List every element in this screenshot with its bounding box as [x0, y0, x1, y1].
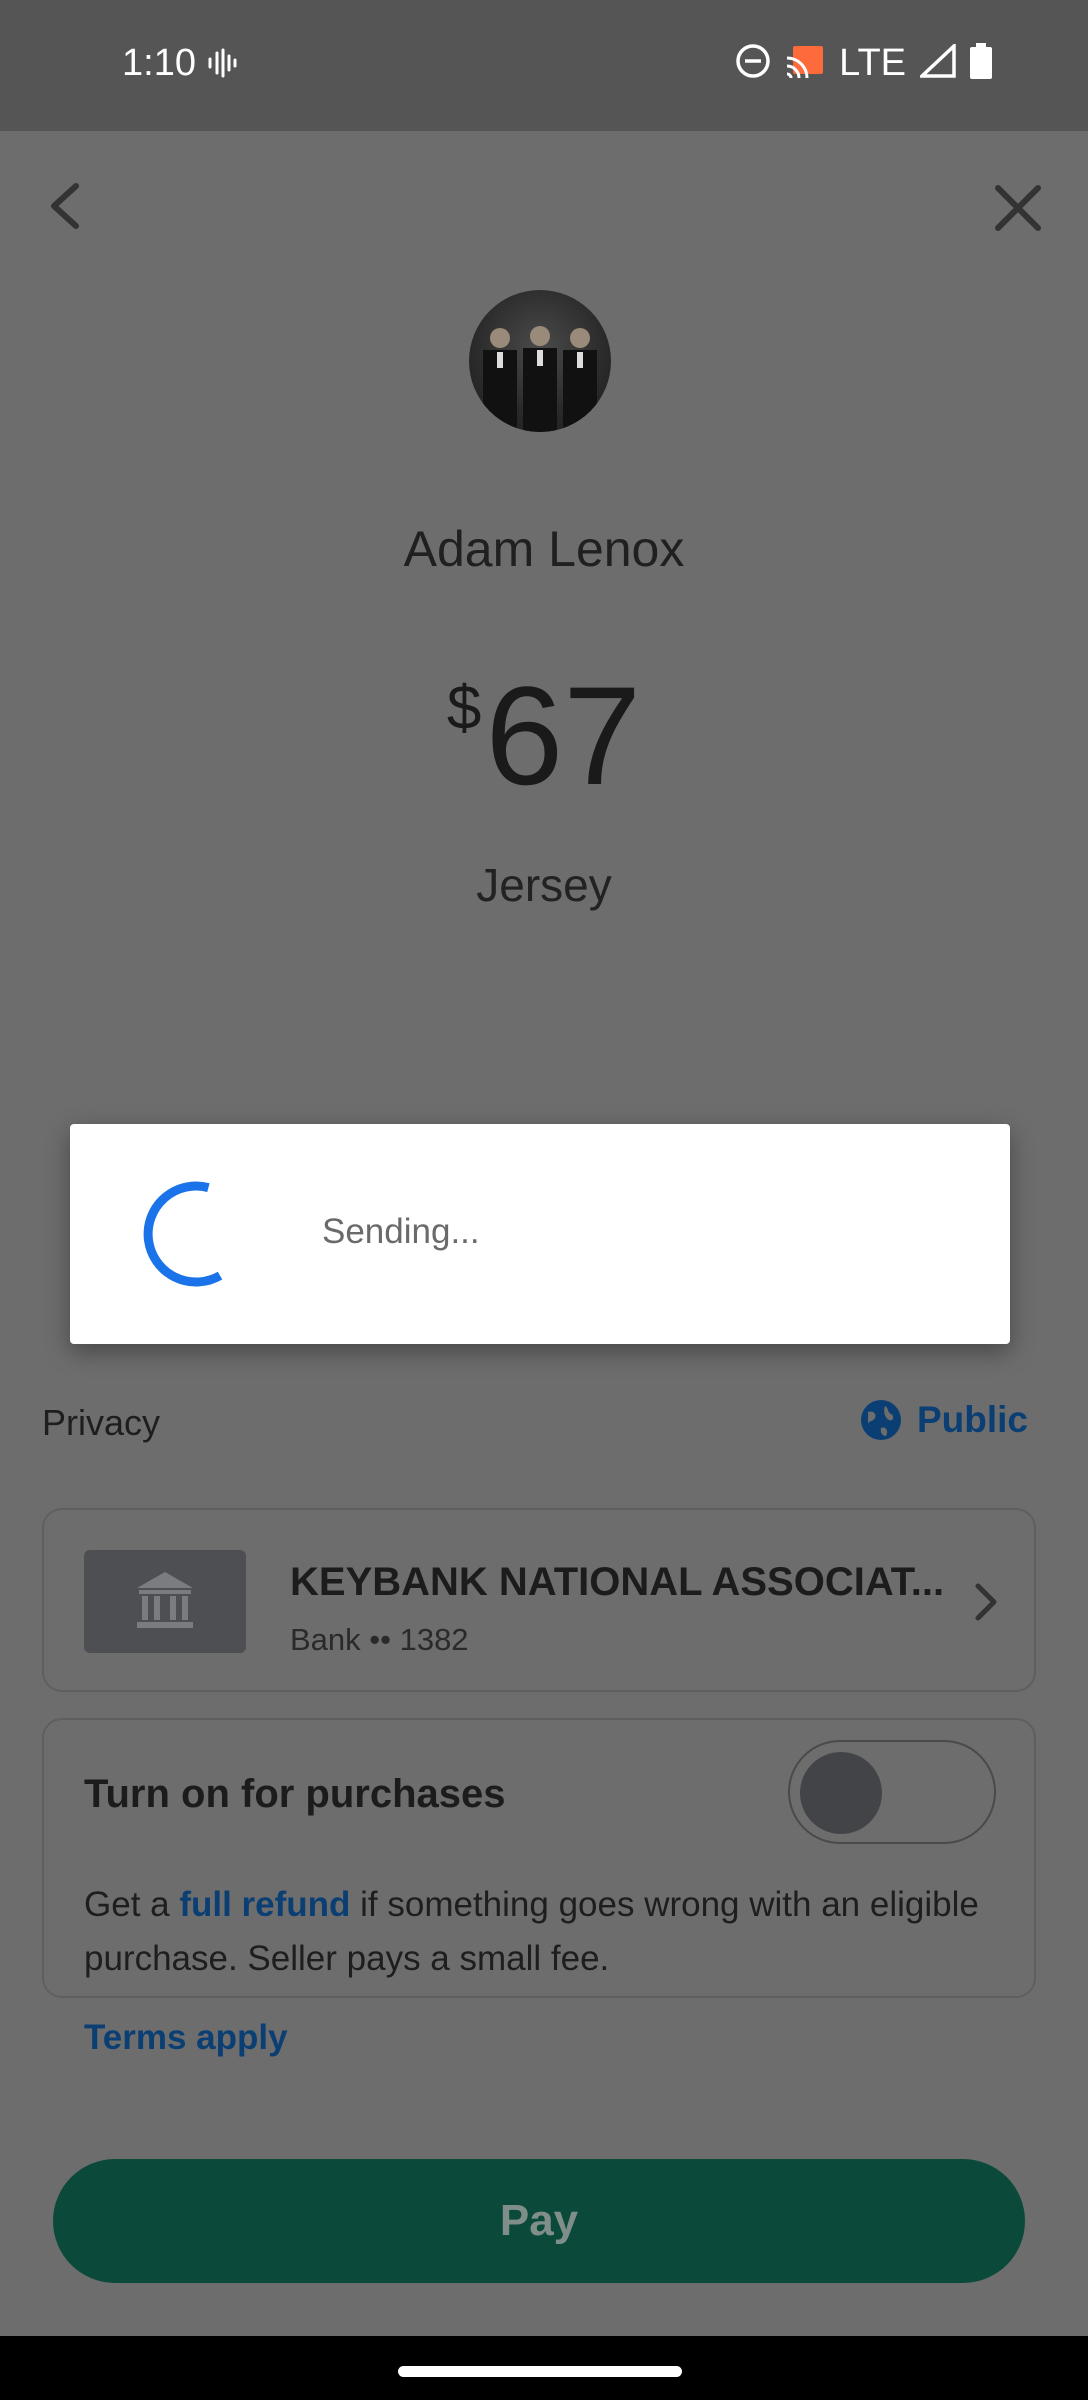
purchase-protection-card: Turn on for purchases Get a full refund … [42, 1718, 1036, 1998]
bank-account-detail: Bank •• 1382 [290, 1622, 469, 1657]
back-button[interactable] [42, 178, 90, 234]
currency-symbol: $ [446, 674, 482, 743]
close-button[interactable] [990, 180, 1046, 236]
status-bar: 1:10 LTE [0, 0, 1088, 131]
network-type: LTE [839, 42, 906, 84]
privacy-selector[interactable]: Public [859, 1398, 1028, 1442]
do-not-disturb-icon [735, 43, 771, 84]
privacy-label: Privacy [42, 1402, 161, 1443]
status-time: 1:10 [122, 42, 196, 84]
battery-icon [970, 43, 992, 84]
sending-message: Sending... [322, 1212, 480, 1251]
amount-value: 67 [485, 657, 642, 814]
globe-icon [860, 1400, 901, 1440]
funding-source-card[interactable]: KEYBANK NATIONAL ASSOCIAT... Bank •• 138… [42, 1508, 1036, 1692]
description-text: Get a [84, 1885, 180, 1924]
chevron-right-icon [972, 1582, 1000, 1627]
chevron-left-icon [51, 183, 79, 229]
sending-dialog: Sending... [70, 1124, 1010, 1344]
bank-name: KEYBANK NATIONAL ASSOCIAT... [290, 1560, 945, 1604]
recipient-name: Adam Lenox [403, 521, 685, 577]
cast-icon [785, 44, 825, 83]
vibrate-icon [207, 48, 237, 83]
purchase-protection-description: Get a full refund if something goes wron… [84, 1878, 984, 1986]
home-gesture-handle[interactable] [398, 2366, 682, 2377]
loading-spinner-icon [143, 1181, 223, 1287]
purchase-protection-title: Turn on for purchases [84, 1772, 506, 1816]
payment-amount[interactable]: $67 [0, 655, 1088, 817]
bank-icon [84, 1550, 246, 1653]
privacy-value: Public [916, 1399, 1028, 1440]
signal-icon [917, 41, 956, 83]
toggle-knob [800, 1752, 882, 1834]
payment-note[interactable]: Jersey [0, 858, 1088, 912]
close-icon [995, 185, 1041, 231]
terms-apply-link[interactable]: Terms apply [84, 2018, 288, 2058]
purchase-protection-toggle[interactable] [788, 1740, 996, 1844]
avatar [469, 290, 611, 432]
pay-button[interactable]: Pay [53, 2159, 1025, 2283]
full-refund-link[interactable]: full refund [179, 1885, 350, 1924]
